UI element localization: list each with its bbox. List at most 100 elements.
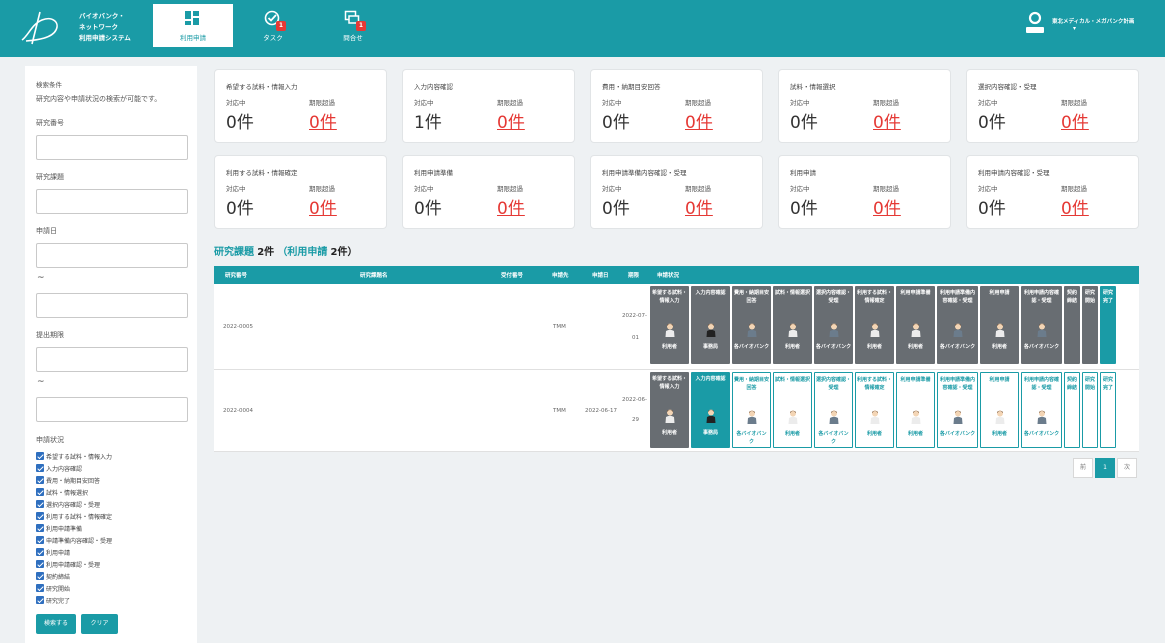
status-step-label: 利用申請準備 <box>900 377 931 383</box>
checkbox-checked-icon[interactable] <box>36 596 44 604</box>
user-avatar-icon[interactable] <box>1025 11 1045 35</box>
status-checkbox[interactable]: 希望する試料・情報入力 <box>36 451 112 461</box>
status-checkbox[interactable]: 試料・情報選択 <box>36 487 88 497</box>
table-row[interactable]: 2022-0005 TMM 2022-07- 01 希望する試料・情報入力 利用者… <box>214 284 1139 370</box>
overdue-count-link[interactable]: 0件 <box>309 194 337 219</box>
status-checkbox[interactable]: 利用申請準備 <box>36 523 82 533</box>
overdue-count-link[interactable]: 0件 <box>873 108 901 133</box>
status-step[interactable]: 研究完了 <box>1100 372 1116 448</box>
status-step[interactable]: 契約締結 <box>1064 372 1080 448</box>
checkbox-checked-icon[interactable] <box>36 452 44 460</box>
overdue-count-link[interactable]: 0件 <box>497 194 525 219</box>
biobank-logo-icon[interactable] <box>18 10 64 46</box>
status-step[interactable]: 入力内容確認 事務局 <box>691 372 730 448</box>
checkbox-checked-icon[interactable] <box>36 560 44 568</box>
overdue-count-link[interactable]: 0件 <box>873 194 901 219</box>
research-number-cell[interactable]: 2022-0004 <box>223 408 253 414</box>
status-step[interactable]: 入力内容確認 事務局 <box>691 286 730 364</box>
status-step[interactable]: 利用申請準備 利用者 <box>896 372 935 448</box>
status-checkbox[interactable]: 利用申請確認・受理 <box>36 559 100 569</box>
column-header-receipt-number[interactable]: 受付番号 <box>501 271 523 279</box>
status-checkbox[interactable]: 入力内容確認 <box>36 463 82 473</box>
status-checkbox[interactable]: 選択内容確認・受理 <box>36 499 100 509</box>
search-button[interactable]: 検索する <box>36 614 76 634</box>
deadline-to-input[interactable] <box>36 397 188 422</box>
checkbox-checked-icon[interactable] <box>36 584 44 592</box>
status-step[interactable]: 試料・情報選択 利用者 <box>773 286 812 364</box>
summary-card-title: 費用・納期目安回答 <box>602 83 661 91</box>
status-step[interactable]: 研究開始 <box>1082 372 1098 448</box>
user-menu-caret-icon[interactable]: ▾ <box>1073 25 1076 32</box>
status-checkbox[interactable]: 利用申請 <box>36 547 70 557</box>
table-row[interactable]: 2022-0004 TMM 2022-06-17 2022-06- 29 希望す… <box>214 370 1139 452</box>
deadline-from-input[interactable] <box>36 347 188 372</box>
status-checkbox[interactable]: 契約締結 <box>36 571 70 581</box>
status-step[interactable]: 選択内容確認・受理 各バイオバンク <box>814 286 853 364</box>
status-step-label: 利用申請内容確認・受理 <box>1023 290 1059 304</box>
status-step[interactable]: 利用する試料・情報確定 利用者 <box>855 286 894 364</box>
status-step-label: 利用申請 <box>989 377 1010 383</box>
pagination-prev-button[interactable]: 前 <box>1073 458 1093 478</box>
status-step[interactable]: 利用申請準備内容確認・受理 各バイオバンク <box>937 286 978 364</box>
status-step[interactable]: 利用申請 利用者 <box>980 372 1019 448</box>
status-step[interactable]: 研究完了 <box>1100 286 1116 364</box>
status-step[interactable]: 選択内容確認・受理 各バイオバンク <box>814 372 853 448</box>
status-step[interactable]: 利用申請内容確認・受理 各バイオバンク <box>1021 372 1062 448</box>
checkbox-checked-icon[interactable] <box>36 488 44 496</box>
column-header-deadline[interactable]: 期限 <box>628 271 639 279</box>
status-step[interactable]: 契約締結 <box>1064 286 1080 364</box>
nav-tab-inquiry[interactable]: 1 問合せ <box>313 4 393 47</box>
pagination-next-button[interactable]: 次 <box>1117 458 1137 478</box>
status-step[interactable]: 利用申請 利用者 <box>980 286 1019 364</box>
checkbox-checked-icon[interactable] <box>36 500 44 508</box>
nav-tab-application[interactable]: 利用申請 <box>153 4 233 47</box>
column-header-research-title[interactable]: 研究課題名 <box>360 271 388 279</box>
checkbox-checked-icon[interactable] <box>36 548 44 556</box>
checkbox-checked-icon[interactable] <box>36 476 44 484</box>
summary-card: 選択内容確認・受理 対応中 期限超過 0件 0件 <box>966 69 1139 143</box>
apply-date-from-input[interactable] <box>36 243 188 268</box>
overdue-count-link[interactable]: 0件 <box>497 108 525 133</box>
status-checkbox[interactable]: 申請準備内容確認・受理 <box>36 535 112 545</box>
status-step[interactable]: 利用申請準備内容確認・受理 各バイオバンク <box>937 372 978 448</box>
column-header-apply-to[interactable]: 申請先 <box>552 271 569 279</box>
column-header-status[interactable]: 申請状況 <box>657 271 679 279</box>
status-step[interactable]: 利用する試料・情報確定 利用者 <box>855 372 894 448</box>
apply-date-to-input[interactable] <box>36 293 188 318</box>
nav-tab-task[interactable]: 1 タスク <box>233 4 313 47</box>
status-step[interactable]: 利用申請内容確認・受理 各バイオバンク <box>1021 286 1062 364</box>
biobank-person-icon <box>747 410 756 424</box>
status-step[interactable]: 費用・納期目安回答 各バイオバンク <box>732 286 771 364</box>
checkbox-checked-icon[interactable] <box>36 572 44 580</box>
checkbox-checked-icon[interactable] <box>36 464 44 472</box>
overdue-count-link[interactable]: 0件 <box>309 108 337 133</box>
pagination-page-button[interactable]: 1 <box>1095 458 1115 478</box>
user-name[interactable]: 東北メディカル・メガバンク計画 <box>1052 17 1134 25</box>
overdue-count-link[interactable]: 0件 <box>1061 194 1089 219</box>
status-step[interactable]: 希望する試料・情報入力 利用者 <box>650 286 689 364</box>
nav-label-application: 利用申請 <box>180 34 206 42</box>
status-checkbox[interactable]: 研究完了 <box>36 595 70 605</box>
status-step[interactable]: 利用申請準備 利用者 <box>896 286 935 364</box>
status-step[interactable]: 研究開始 <box>1082 286 1098 364</box>
research-number-input[interactable] <box>36 135 188 160</box>
status-step-label: 利用申請準備内容確認・受理 <box>939 377 975 391</box>
overdue-count-link[interactable]: 0件 <box>685 108 713 133</box>
research-title-input[interactable] <box>36 189 188 214</box>
clear-button[interactable]: クリア <box>81 614 118 634</box>
checkbox-checked-icon[interactable] <box>36 512 44 520</box>
column-header-research-number[interactable]: 研究番号 <box>225 271 247 279</box>
status-checkbox[interactable]: 研究開始 <box>36 583 70 593</box>
checkbox-checked-icon[interactable] <box>36 536 44 544</box>
column-header-apply-date[interactable]: 申請日 <box>592 271 609 279</box>
status-step[interactable]: 試料・情報選択 利用者 <box>773 372 812 448</box>
research-number-cell[interactable]: 2022-0005 <box>223 324 253 330</box>
overdue-count-link[interactable]: 0件 <box>685 194 713 219</box>
overdue-count-link[interactable]: 0件 <box>1061 108 1089 133</box>
checkbox-checked-icon[interactable] <box>36 524 44 532</box>
status-step[interactable]: 費用・納期目安回答 各バイオバンク <box>732 372 771 448</box>
status-checkbox[interactable]: 費用・納期目安回答 <box>36 475 100 485</box>
in-progress-count: 0件 <box>602 199 630 219</box>
status-step[interactable]: 希望する試料・情報入力 利用者 <box>650 372 689 448</box>
status-checkbox[interactable]: 利用する試料・情報確定 <box>36 511 112 521</box>
